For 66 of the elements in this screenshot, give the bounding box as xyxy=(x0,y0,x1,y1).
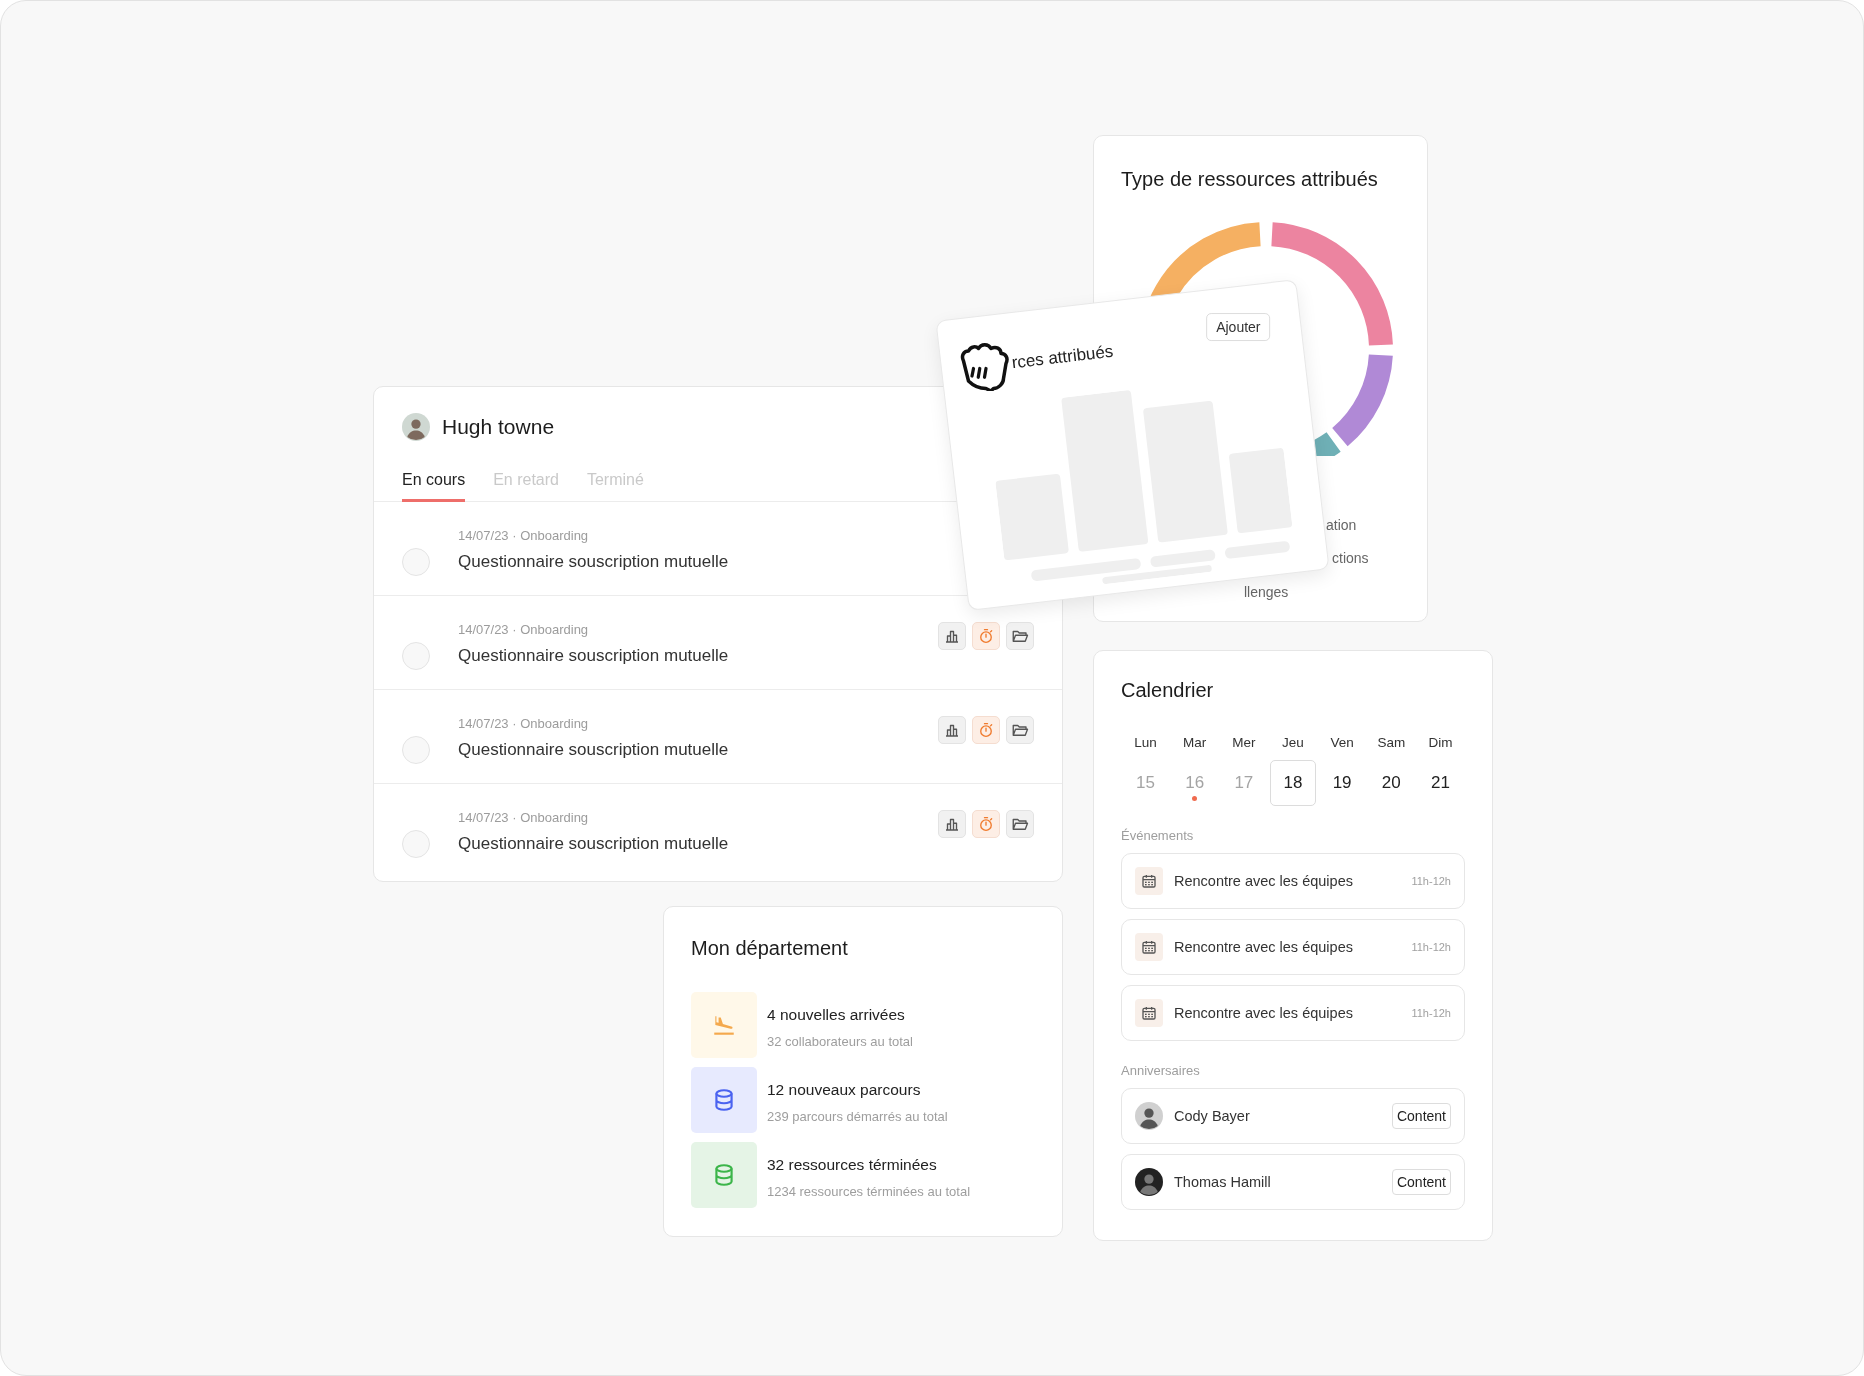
task-meta: 14/07/23 · Onboarding xyxy=(458,810,590,825)
tab[interactable]: En cours xyxy=(402,471,466,502)
stat-title: 32 ressources términées xyxy=(767,1156,938,1174)
task-checkbox[interactable] xyxy=(402,548,430,576)
weekday-label: Mar xyxy=(1183,735,1207,750)
card-title: rces attribués xyxy=(1010,341,1115,374)
bar-chart-button[interactable] xyxy=(938,716,966,744)
event-title: Rencontre avec les équipes xyxy=(1174,939,1354,955)
user-name: Hugh towne xyxy=(442,415,555,439)
avatar-icon xyxy=(1135,1102,1163,1130)
folder-button[interactable] xyxy=(1006,810,1034,838)
person-name: Thomas Hamill xyxy=(1174,1174,1272,1190)
task-title: Questionnaire souscription mutuelle xyxy=(458,552,730,572)
calendar-icon xyxy=(1141,939,1157,955)
bar-chart-button[interactable] xyxy=(938,622,966,650)
weekday-label: Ven xyxy=(1330,735,1354,750)
task-checkbox[interactable] xyxy=(402,830,430,858)
task-title: Questionnaire souscription mutuelle xyxy=(458,834,730,854)
calendar-icon xyxy=(1141,873,1157,889)
content-button[interactable]: Content xyxy=(1391,1169,1451,1195)
weekday-label: Mer xyxy=(1232,735,1256,750)
legend-label: ation xyxy=(1326,517,1357,533)
section-label: Anniversaires xyxy=(1121,1063,1201,1078)
event-item[interactable]: Rencontre avec les équipes 11h-12h xyxy=(1121,985,1465,1041)
legend-label: llenges xyxy=(1244,584,1289,600)
add-button[interactable]: Ajouter xyxy=(1205,313,1271,342)
folder-button[interactable] xyxy=(1006,716,1034,744)
stat-subtitle: 1234 ressources términées au total xyxy=(767,1184,971,1199)
calendar-date[interactable]: 19 xyxy=(1319,760,1366,806)
stat-title: 4 nouvelles arrivées xyxy=(767,1006,906,1024)
task-meta: 14/07/23 · Onboarding xyxy=(458,528,590,543)
section-label: Événements xyxy=(1121,828,1195,843)
card-title: Type de ressources attribués xyxy=(1121,168,1378,191)
event-time: 11h-12h xyxy=(1411,941,1451,953)
content-button[interactable]: Content xyxy=(1391,1103,1451,1129)
task-title: Questionnaire souscription mutuelle xyxy=(458,740,730,760)
event-time: 11h-12h xyxy=(1411,875,1451,887)
event-title: Rencontre avec les équipes xyxy=(1174,1005,1354,1021)
task-checkbox[interactable] xyxy=(402,736,430,764)
avatar-icon xyxy=(1135,1168,1163,1196)
bar-chart-button[interactable] xyxy=(938,810,966,838)
folder-button[interactable] xyxy=(1006,622,1034,650)
task-title: Questionnaire souscription mutuelle xyxy=(458,646,730,666)
event-item[interactable]: Rencontre avec les équipes 11h-12h xyxy=(1121,853,1465,909)
stat-subtitle: 32 collaborateurs au total xyxy=(767,1034,913,1049)
person-name: Cody Bayer xyxy=(1174,1108,1251,1124)
task-meta: 14/07/23 · Onboarding xyxy=(458,622,590,637)
weekday-label: Jeu xyxy=(1282,735,1304,750)
calendar-date[interactable]: 18 xyxy=(1270,760,1316,806)
calendar-date[interactable]: 21 xyxy=(1417,760,1464,806)
task-checkbox[interactable] xyxy=(402,642,430,670)
weekday-label: Dim xyxy=(1428,735,1453,750)
calendar-icon xyxy=(1141,1005,1157,1021)
card-title: Calendrier xyxy=(1121,679,1215,702)
legend-label: ctions xyxy=(1332,550,1369,566)
event-item[interactable]: Rencontre avec les équipes 11h-12h xyxy=(1121,919,1465,975)
weekday-label: Sam xyxy=(1377,735,1406,750)
task-meta: 14/07/23 · Onboarding xyxy=(458,716,590,731)
weekday-label: Lun xyxy=(1134,735,1157,750)
event-title: Rencontre avec les équipes xyxy=(1174,873,1354,889)
card-title: Mon département xyxy=(691,937,849,960)
calendar-date[interactable]: 20 xyxy=(1368,760,1415,806)
event-time: 11h-12h xyxy=(1411,1007,1451,1019)
avatar-icon xyxy=(402,413,430,441)
stat-subtitle: 239 parcours démarrés au total xyxy=(767,1109,948,1124)
stat-title: 12 nouveaux parcours xyxy=(767,1081,922,1099)
